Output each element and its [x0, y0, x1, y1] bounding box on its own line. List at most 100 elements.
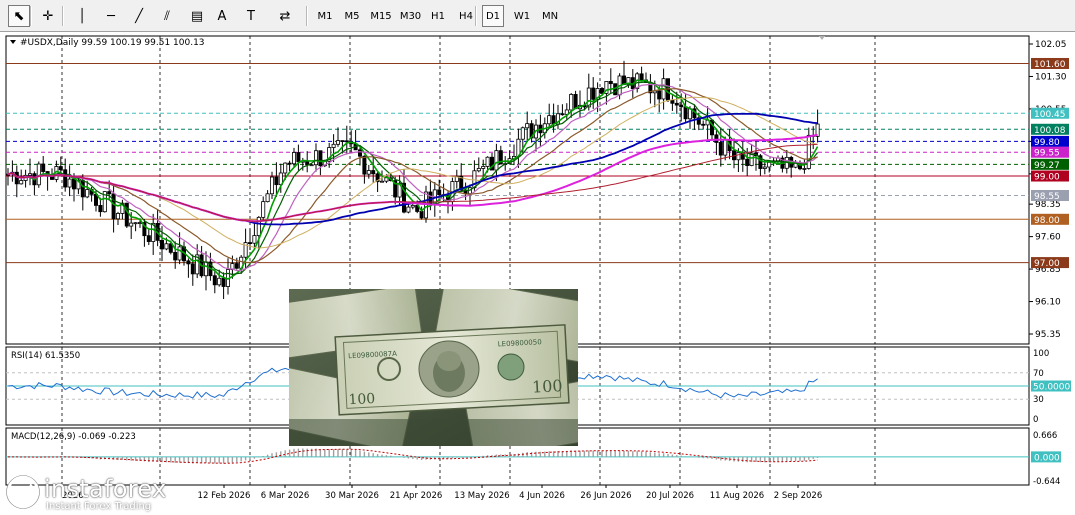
vertical-line-icon[interactable]: │ [72, 5, 92, 27]
candle-body [313, 150, 318, 166]
price-axis-label: 96.10 [1035, 298, 1061, 308]
candle-body [159, 239, 164, 250]
candle-body [252, 235, 257, 244]
timeframe-h1-button[interactable]: H1 [426, 5, 450, 27]
price-tag-label: 99.27 [1034, 161, 1060, 171]
candle-body [274, 176, 279, 186]
price-tag-label: 100.08 [1034, 126, 1066, 136]
candle-body [437, 189, 442, 196]
candle-body [335, 140, 340, 145]
price-tag-label: 99.55 [1034, 149, 1060, 159]
dollar-bills-image: LE09800087A LE09800050 100 100 [289, 289, 578, 446]
rsi-axis-label: 100 [1033, 349, 1049, 359]
chart-window[interactable]: 102.05101.30100.5599.8099.0598.3597.6096… [0, 32, 1075, 515]
candle-body [129, 222, 134, 227]
macd-label: MACD(12,26,9) -0.069 -0.223 [11, 432, 136, 442]
svg-text:100: 100 [532, 376, 563, 397]
candle-body [80, 180, 85, 198]
candle-body [485, 156, 490, 167]
candle-body [291, 152, 296, 165]
toolbar-separator [306, 6, 308, 26]
candle-body [72, 178, 77, 190]
date-axis-label: 30 Mar 2026 [325, 491, 379, 501]
candle-body [107, 191, 112, 195]
rsi-axis-label: 0 [1033, 415, 1038, 425]
macd-zero-tag-label: 0.000 [1034, 453, 1060, 463]
candle-body [569, 94, 574, 111]
svg-text:100: 100 [348, 391, 376, 408]
candle-body [410, 204, 415, 208]
arrows-icon[interactable]: ⇄ [270, 5, 300, 27]
toolbar-separator [30, 6, 32, 26]
timeframe-m1-button[interactable]: M1 [313, 5, 337, 27]
candle-body [357, 149, 362, 157]
symbol-header: #USDX,Daily 99.59 100.19 99.51 100.13 [20, 38, 205, 48]
candle-body [802, 168, 807, 170]
candle-body [116, 213, 121, 220]
text-label-icon[interactable]: T [240, 5, 262, 27]
date-axis-label: 4 Jun 2026 [519, 491, 565, 501]
candle-body [379, 180, 384, 183]
candle-body [318, 150, 323, 167]
date-axis-label: 2 Sep 2026 [774, 491, 822, 501]
fibonacci-icon[interactable]: ▤ [186, 5, 208, 27]
candle-body [234, 263, 239, 269]
candle-body [67, 178, 72, 188]
candle-body [701, 123, 706, 126]
candle-body [63, 169, 68, 188]
date-axis-label: 13 May 2026 [454, 491, 509, 501]
rsi-axis-label: 70 [1033, 369, 1044, 379]
rsi-level-tag-label: 50.0000 [1033, 383, 1070, 393]
instaforex-logo-name: instaforex [44, 475, 167, 503]
candle-body [340, 140, 345, 142]
candle-body [674, 102, 679, 106]
timeframe-h4-button[interactable]: H4 [453, 5, 479, 27]
candle-body [573, 94, 578, 110]
price-axis-label: 97.60 [1035, 233, 1061, 243]
macd-axis-label: -0.644 [1033, 477, 1060, 487]
crosshair-icon[interactable]: ✛ [36, 5, 60, 27]
horizontal-line-icon[interactable]: ─ [100, 5, 122, 27]
candle-body [283, 162, 288, 174]
candle-body [173, 251, 178, 261]
candle-body [718, 142, 723, 156]
candle-body [261, 201, 266, 218]
candle-body [560, 113, 565, 116]
candle-body [269, 176, 274, 195]
price-axis-label: 102.05 [1035, 40, 1067, 50]
timeframe-m30-button[interactable]: M30 [398, 5, 423, 27]
candle-body [714, 134, 719, 143]
text-icon[interactable]: A [212, 5, 232, 27]
instaforex-watermark: instaforex Instant Forex Trading [6, 473, 206, 513]
timeframe-w1-button[interactable]: W1 [510, 5, 534, 27]
candle-body [494, 150, 499, 171]
instaforex-logo-icon [6, 475, 40, 509]
equidistant-channel-icon[interactable]: ⫽ [156, 5, 178, 27]
price-tag-label: 99.80 [1034, 138, 1060, 148]
candle-body [14, 171, 19, 185]
candle-body [481, 166, 486, 169]
candle-body [767, 161, 772, 168]
candle-body [639, 73, 644, 81]
candle-body [27, 173, 32, 176]
candle-body [133, 222, 138, 225]
timeframe-mn-button[interactable]: MN [537, 5, 563, 27]
trendline-icon[interactable]: ╱ [128, 5, 150, 27]
candle-body [762, 166, 767, 169]
candle-body [296, 152, 301, 163]
price-axis-label: 95.35 [1035, 330, 1061, 340]
candle-body [736, 152, 741, 161]
chart-toolbar: ⬉ ✛ │ ─ ╱ ⫽ ▤ A T ⇄ M1 M5 M15 M30 H1 H4 D1 W1 MN [0, 0, 1075, 32]
candle-body [58, 166, 63, 171]
timeframe-m15-button[interactable]: M15 [367, 5, 395, 27]
candle-body [85, 189, 90, 198]
timeframe-m5-button[interactable]: M5 [340, 5, 364, 27]
candle-body [98, 205, 103, 213]
cursor-icon[interactable]: ⬉ [8, 5, 30, 27]
timeframe-d1-button[interactable]: D1 [482, 5, 504, 27]
candle-body [670, 99, 675, 104]
macd-axis-label: 0.666 [1033, 431, 1057, 441]
candle-body [177, 246, 182, 261]
candle-body [203, 261, 208, 277]
candle-body [551, 115, 556, 125]
